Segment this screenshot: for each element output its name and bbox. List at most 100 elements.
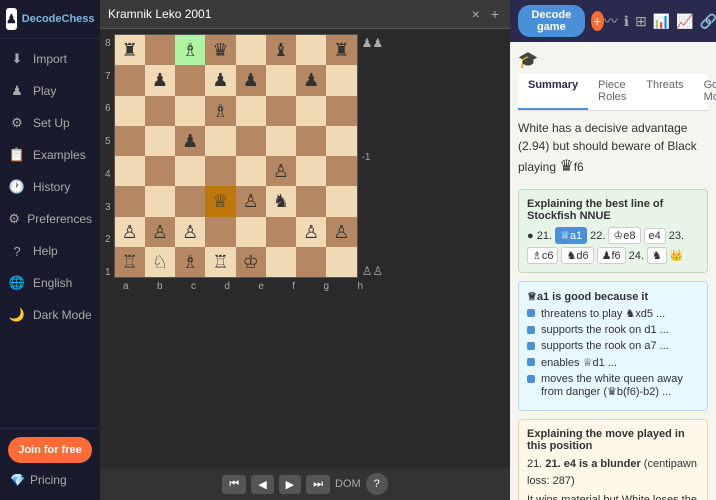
board-cell-g2[interactable]: ♙ <box>296 217 326 247</box>
move-ke8[interactable]: ♔e8 <box>608 227 640 244</box>
board-cell-a2[interactable]: ♙ <box>115 217 145 247</box>
board-cell-h1[interactable] <box>326 247 356 277</box>
board-cell-c2[interactable]: ♙ <box>175 217 205 247</box>
tab-piece-roles[interactable]: Piece Roles <box>588 74 636 110</box>
sidebar-item-examples[interactable]: 📋 Examples <box>0 139 100 171</box>
board-cell-f1[interactable] <box>266 247 296 277</box>
board-cell-a7[interactable] <box>115 65 145 95</box>
board-cell-a6[interactable] <box>115 96 145 126</box>
plus-button[interactable]: + <box>591 11 604 31</box>
board-cell-f6[interactable] <box>266 96 296 126</box>
board-cell-e3[interactable]: ♙ <box>236 186 266 216</box>
last-move-button[interactable]: ⏭ <box>306 475 330 494</box>
board-cell-b7[interactable]: ♟ <box>145 65 175 95</box>
first-move-button[interactable]: ⏮ <box>222 475 246 494</box>
board-cell-h3[interactable] <box>326 186 356 216</box>
move-e4[interactable]: e4 <box>644 228 666 244</box>
darkmode-label: Dark Mode <box>33 308 92 322</box>
sidebar-item-preferences[interactable]: ⚙ Preferences <box>0 203 100 235</box>
board-cell-d1[interactable]: ♖ <box>205 247 235 277</box>
chess-board[interactable]: ♜♗♛♝♜♟♟♟♟♗♟♙♕♙♞♙♙♙♙♙♖♘♗♖♔ <box>114 34 358 278</box>
board-cell-d5[interactable] <box>205 126 235 156</box>
add-tab-button[interactable]: + <box>488 5 502 23</box>
move-f6[interactable]: ♟f6 <box>597 247 626 264</box>
board-cell-a8[interactable]: ♜ <box>115 35 145 65</box>
board-cell-g1[interactable] <box>296 247 326 277</box>
board-cell-h6[interactable] <box>326 96 356 126</box>
board-cell-g3[interactable] <box>296 186 326 216</box>
board-cell-h8[interactable]: ♜ <box>326 35 356 65</box>
sidebar-item-help[interactable]: ? Help <box>0 235 100 267</box>
sidebar-item-play[interactable]: ♟ Play <box>0 75 100 107</box>
board-cell-d4[interactable] <box>205 156 235 186</box>
board-cell-d2[interactable] <box>205 217 235 247</box>
board-cell-f8[interactable]: ♝ <box>266 35 296 65</box>
move-nd6[interactable]: ♞d6 <box>561 247 593 264</box>
board-cell-d7[interactable]: ♟ <box>205 65 235 95</box>
move-qa1[interactable]: ♕a1 <box>555 227 587 244</box>
board-cell-d3[interactable]: ♕ <box>205 186 235 216</box>
tab-summary[interactable]: Summary <box>518 74 588 110</box>
board-cell-d6[interactable]: ♗ <box>205 96 235 126</box>
board-cell-b4[interactable] <box>145 156 175 186</box>
board-cell-c6[interactable] <box>175 96 205 126</box>
board-cell-b8[interactable] <box>145 35 175 65</box>
board-cell-c5[interactable]: ♟ <box>175 126 205 156</box>
board-cell-f4[interactable]: ♙ <box>266 156 296 186</box>
close-tab-button[interactable]: × <box>469 5 483 23</box>
help-circle-button[interactable]: ? <box>366 473 388 495</box>
prev-move-button[interactable]: ◀ <box>251 475 273 494</box>
board-cell-b3[interactable] <box>145 186 175 216</box>
board-cell-g8[interactable] <box>296 35 326 65</box>
board-cell-c3[interactable] <box>175 186 205 216</box>
board-cell-g7[interactable]: ♟ <box>296 65 326 95</box>
next-move-button[interactable]: ▶ <box>279 475 301 494</box>
move-bc6[interactable]: ♗c6 <box>527 247 558 264</box>
board-cell-g6[interactable] <box>296 96 326 126</box>
board-cell-e7[interactable]: ♟ <box>236 65 266 95</box>
decode-game-button[interactable]: Decode game <box>518 5 585 37</box>
board-cell-h4[interactable] <box>326 156 356 186</box>
sidebar-item-import[interactable]: ⬇ Import <box>0 43 100 75</box>
board-cell-f5[interactable] <box>266 126 296 156</box>
sidebar-item-darkmode[interactable]: 🌙 Dark Mode <box>0 299 100 331</box>
tab-good-moves[interactable]: Good Moves <box>694 74 716 110</box>
board-cell-a3[interactable] <box>115 186 145 216</box>
bullet-4 <box>527 358 535 366</box>
board-cell-b2[interactable]: ♙ <box>145 217 175 247</box>
board-cell-b5[interactable] <box>145 126 175 156</box>
board-cell-e8[interactable] <box>236 35 266 65</box>
board-cell-e1[interactable]: ♔ <box>236 247 266 277</box>
board-cell-g5[interactable] <box>296 126 326 156</box>
board-cell-e2[interactable] <box>236 217 266 247</box>
join-button[interactable]: Join for free <box>8 437 92 463</box>
board-cell-c4[interactable] <box>175 156 205 186</box>
sidebar-item-setup[interactable]: ⚙ Set Up <box>0 107 100 139</box>
board-cell-f2[interactable] <box>266 217 296 247</box>
best-line-box: Explaining the best line of Stockfish NN… <box>518 189 708 273</box>
board-cell-c8[interactable]: ♗ <box>175 35 205 65</box>
board-cell-b6[interactable] <box>145 96 175 126</box>
board-cell-a4[interactable] <box>115 156 145 186</box>
pricing-item[interactable]: 💎 Pricing <box>8 468 92 492</box>
board-cell-g4[interactable] <box>296 156 326 186</box>
board-cell-f3[interactable]: ♞ <box>266 186 296 216</box>
board-cell-h7[interactable] <box>326 65 356 95</box>
tab-threats[interactable]: Threats <box>636 74 693 110</box>
board-cell-d8[interactable]: ♛ <box>205 35 235 65</box>
board-cell-c7[interactable] <box>175 65 205 95</box>
board-cell-e4[interactable] <box>236 156 266 186</box>
board-cell-a1[interactable]: ♖ <box>115 247 145 277</box>
board-cell-e6[interactable] <box>236 96 266 126</box>
board-cell-b1[interactable]: ♘ <box>145 247 175 277</box>
board-cell-h2[interactable]: ♙ <box>326 217 356 247</box>
board-cell-a5[interactable] <box>115 126 145 156</box>
board-cell-f7[interactable] <box>266 65 296 95</box>
tabs: Summary Piece Roles Threats Good Moves P… <box>518 74 708 111</box>
sidebar-item-english[interactable]: 🌐 English <box>0 267 100 299</box>
board-cell-h5[interactable] <box>326 126 356 156</box>
board-cell-e5[interactable] <box>236 126 266 156</box>
sidebar-item-history[interactable]: 🕐 History <box>0 171 100 203</box>
move-n24[interactable]: ♞ <box>647 247 667 264</box>
board-cell-c1[interactable]: ♗ <box>175 247 205 277</box>
